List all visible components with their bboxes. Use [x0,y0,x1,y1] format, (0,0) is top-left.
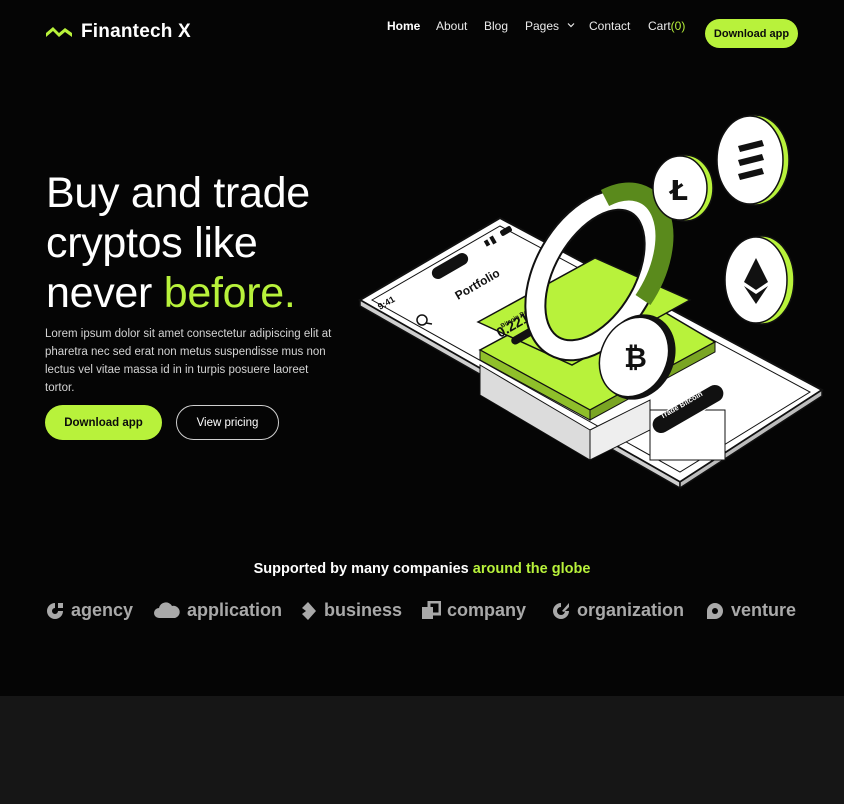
company-logo-organization[interactable]: organization [551,600,684,621]
crypto-phone-illustration: 9:41 Portfolio Bitcoin Balance 0.2217 ₿ … [357,114,824,490]
view-pricing-button[interactable]: View pricing [176,405,279,440]
cloud-logo-icon [154,601,180,618]
company-name: company [447,600,527,620]
company-logo-company[interactable]: company [421,600,526,621]
company-name: application [187,600,283,620]
company-logo-application[interactable]: application [153,600,282,621]
download-app-button[interactable]: Download app [45,405,162,440]
company-logo-agency[interactable]: agency [45,600,133,621]
brand-mark-icon [46,27,72,37]
company-logo-business[interactable]: business [298,600,402,621]
cart-count-badge: (0) [670,19,686,33]
bitcoin-icon: ₿ [624,341,647,374]
chevron-down-icon [567,23,575,28]
hero-headline: Buy and trade cryptos like never before. [46,168,310,318]
headline-line-3: never before. [46,268,310,318]
nav-cart-label: Cart [648,19,671,33]
hero-description: Lorem ipsum dolor sit amet consectetur a… [45,328,332,394]
next-section [0,696,844,804]
supported-heading: Supported by many companies around the g… [0,561,844,577]
agency-logo-icon [47,602,63,619]
company-logo-icon [422,600,441,619]
company-logos: agency application business company orga… [45,600,805,624]
brand-name: Finantech X [81,21,191,42]
litecoin-icon: Ł [668,174,688,207]
nav-cart[interactable]: Cart(0) [648,19,685,33]
headline-accent: before. [163,269,296,317]
company-name: venture [731,600,797,620]
supported-prefix: Supported by many companies [253,561,473,577]
headline-line-2: cryptos like [46,219,258,267]
nav-home[interactable]: Home [387,19,420,33]
company-name: business [324,600,403,620]
headline-line-1: Buy and trade [46,169,310,217]
company-name: organization [577,600,684,620]
solana-icon [738,140,764,180]
business-logo-icon [302,601,316,620]
headline-line-3-plain: never [46,269,164,317]
nav-blog[interactable]: Blog [484,19,508,33]
company-logo-venture[interactable]: venture [705,600,796,621]
nav-download-button[interactable]: Download app [705,19,798,48]
nav-contact[interactable]: Contact [589,19,630,33]
nav-pages-label: Pages [525,19,560,33]
nav-about[interactable]: About [436,19,467,33]
company-name: agency [71,600,134,620]
organization-logo-icon [553,602,569,619]
supported-accent: around the globe [472,561,591,577]
venture-logo-icon [707,602,723,619]
brand-logo[interactable]: Finantech X [45,21,191,43]
nav-pages[interactable]: Pages [525,19,575,33]
